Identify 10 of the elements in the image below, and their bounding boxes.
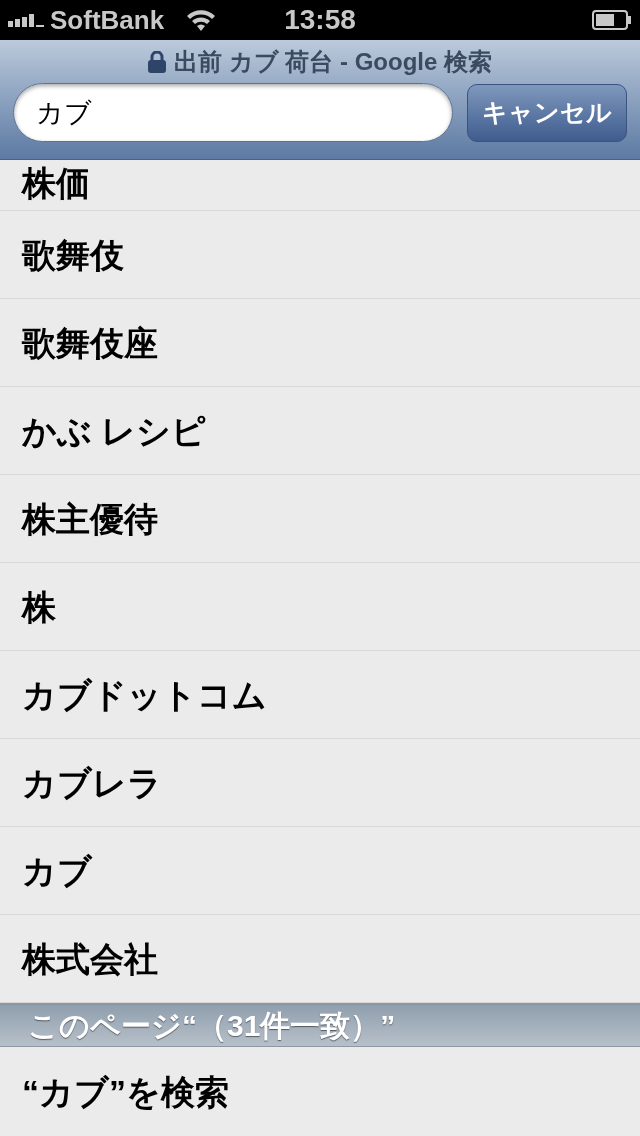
battery-icon — [592, 10, 632, 30]
carrier-name: SoftBank — [50, 7, 165, 33]
wifi-icon — [186, 9, 217, 31]
clock-time: 13:58 — [284, 6, 356, 34]
signal-bars-icon — [8, 13, 44, 27]
section-title: このページ“（31件一致）” — [28, 1010, 396, 1041]
lock-icon — [148, 51, 166, 73]
cancel-button[interactable]: キャンセル — [467, 83, 627, 142]
search-field[interactable]: カブ — [13, 83, 453, 142]
page-title: 出前 カブ 荷台 - Google 検索 — [174, 50, 492, 74]
